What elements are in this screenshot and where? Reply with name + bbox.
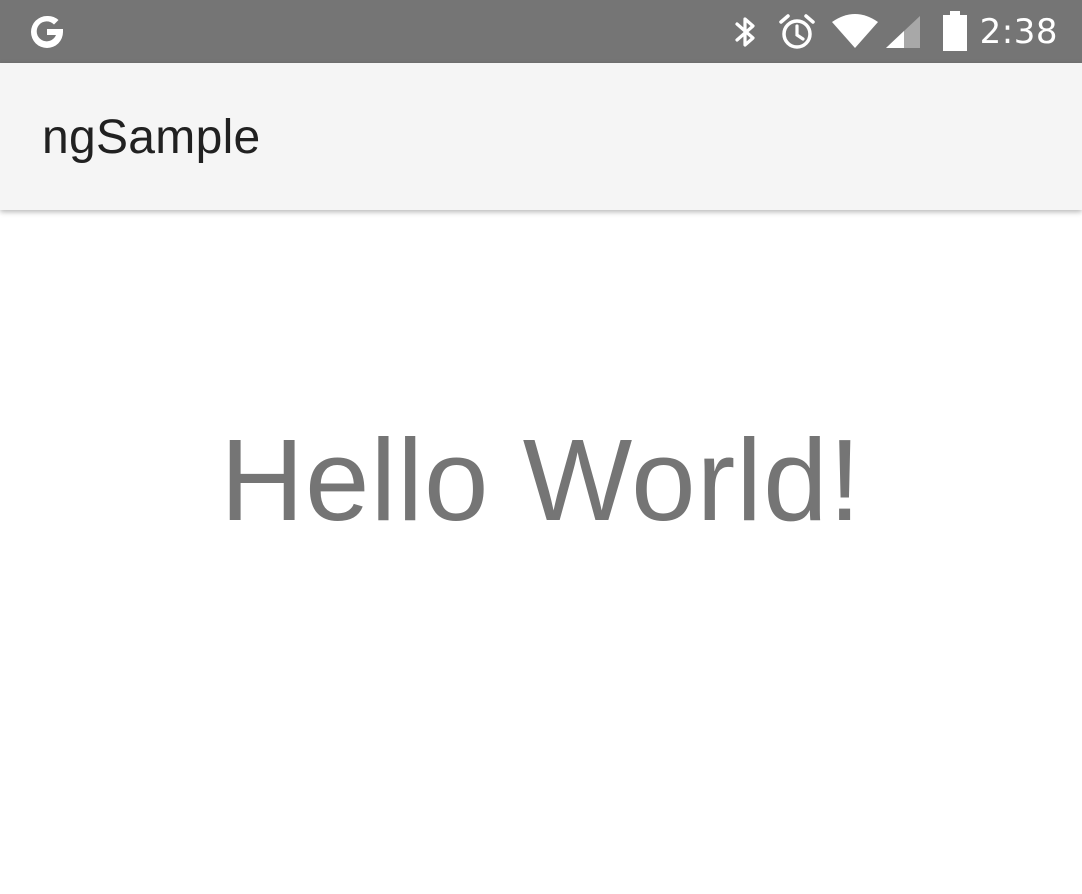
app-bar: ngSample (0, 63, 1082, 210)
status-time: 2:38 (979, 12, 1058, 52)
wifi-icon (832, 14, 878, 48)
main-content: Hello World! (0, 210, 1082, 894)
app-title: ngSample (42, 111, 261, 164)
status-bar: 2:38 (0, 0, 1082, 63)
alarm-icon (779, 14, 815, 49)
google-g-icon (31, 15, 63, 48)
hello-message: Hello World! (220, 415, 862, 545)
signal-icon (886, 16, 920, 48)
battery-icon (943, 11, 967, 51)
bluetooth-icon (735, 17, 755, 47)
